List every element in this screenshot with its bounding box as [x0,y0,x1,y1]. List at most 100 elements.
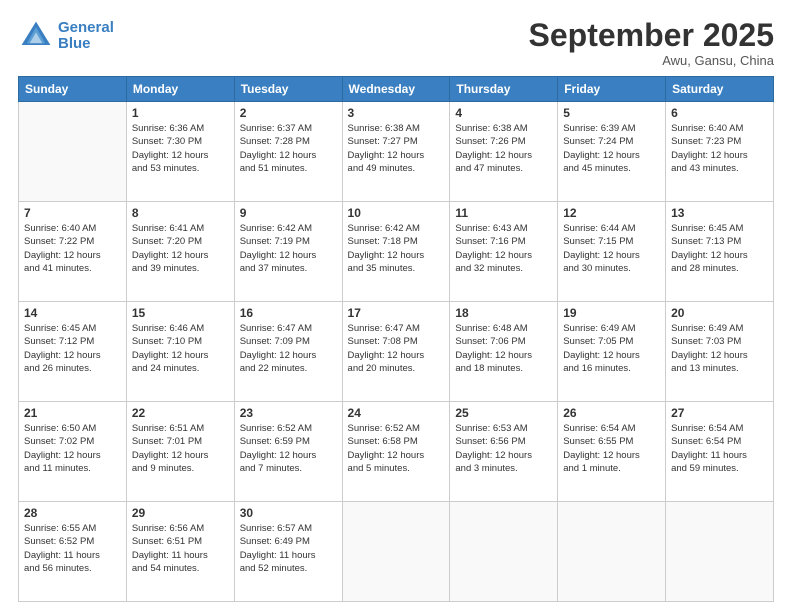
calendar-cell: 30 Sunrise: 6:57 AM Sunset: 6:49 PM Dayli… [234,502,342,602]
calendar-cell: 14 Sunrise: 6:45 AM Sunset: 7:12 PM Dayli… [19,302,127,402]
calendar-cell: 1 Sunrise: 6:36 AM Sunset: 7:30 PM Daylig… [126,102,234,202]
calendar-day-header: Sunday [19,77,127,102]
day-number: 20 [671,306,768,320]
day-info: Sunrise: 6:45 AM Sunset: 7:13 PM Dayligh… [671,222,768,275]
day-info: Sunrise: 6:40 AM Sunset: 7:23 PM Dayligh… [671,122,768,175]
calendar-cell: 13 Sunrise: 6:45 AM Sunset: 7:13 PM Dayli… [666,202,774,302]
calendar-cell: 16 Sunrise: 6:47 AM Sunset: 7:09 PM Dayli… [234,302,342,402]
calendar-cell: 20Sunrise: 6:49 AM Sunset: 7:03 PM Dayli… [666,302,774,402]
day-info: Sunrise: 6:44 AM Sunset: 7:15 PM Dayligh… [563,222,660,275]
day-number: 14 [24,306,121,320]
day-info: Sunrise: 6:42 AM Sunset: 7:18 PM Dayligh… [348,222,445,275]
day-info: Sunrise: 6:54 AM Sunset: 6:55 PM Dayligh… [563,422,660,475]
calendar-day-header: Wednesday [342,77,450,102]
calendar-cell: 12 Sunrise: 6:44 AM Sunset: 7:15 PM Dayli… [558,202,666,302]
calendar-day-header: Monday [126,77,234,102]
day-info: Sunrise: 6:55 AM Sunset: 6:52 PM Dayligh… [24,522,121,575]
logo-icon [18,18,54,54]
day-number: 21 [24,406,121,420]
location: Awu, Gansu, China [529,53,774,68]
calendar-week-row: 7Sunrise: 6:40 AM Sunset: 7:22 PM Daylig… [19,202,774,302]
calendar-cell: 6Sunrise: 6:40 AM Sunset: 7:23 PM Daylig… [666,102,774,202]
calendar-cell: 10 Sunrise: 6:42 AM Sunset: 7:18 PM Dayli… [342,202,450,302]
calendar-cell [342,502,450,602]
calendar-cell: 26 Sunrise: 6:54 AM Sunset: 6:55 PM Dayli… [558,402,666,502]
logo: General Blue [18,18,114,54]
calendar-cell [450,502,558,602]
calendar-table: SundayMondayTuesdayWednesdayThursdayFrid… [18,76,774,602]
calendar-cell: 24Sunrise: 6:52 AM Sunset: 6:58 PM Dayli… [342,402,450,502]
day-info: Sunrise: 6:36 AM Sunset: 7:30 PM Dayligh… [132,122,229,175]
calendar-cell: 3 Sunrise: 6:38 AM Sunset: 7:27 PM Daylig… [342,102,450,202]
day-number: 16 [240,306,337,320]
day-number: 12 [563,206,660,220]
day-number: 22 [132,406,229,420]
day-info: Sunrise: 6:56 AM Sunset: 6:51 PM Dayligh… [132,522,229,575]
day-number: 3 [348,106,445,120]
day-info: Sunrise: 6:37 AM Sunset: 7:28 PM Dayligh… [240,122,337,175]
calendar-cell: 11 Sunrise: 6:43 AM Sunset: 7:16 PM Dayli… [450,202,558,302]
day-number: 2 [240,106,337,120]
day-number: 8 [132,206,229,220]
day-info: Sunrise: 6:49 AM Sunset: 7:05 PM Dayligh… [563,322,660,375]
day-info: Sunrise: 6:53 AM Sunset: 6:56 PM Dayligh… [455,422,552,475]
day-number: 27 [671,406,768,420]
calendar-cell: 28 Sunrise: 6:55 AM Sunset: 6:52 PM Dayli… [19,502,127,602]
calendar-cell: 29 Sunrise: 6:56 AM Sunset: 6:51 PM Dayli… [126,502,234,602]
calendar-week-row: 21 Sunrise: 6:50 AM Sunset: 7:02 PM Dayli… [19,402,774,502]
day-number: 24 [348,406,445,420]
calendar-day-header: Thursday [450,77,558,102]
day-number: 4 [455,106,552,120]
day-info: Sunrise: 6:38 AM Sunset: 7:27 PM Dayligh… [348,122,445,175]
day-number: 5 [563,106,660,120]
calendar-cell: 9 Sunrise: 6:42 AM Sunset: 7:19 PM Daylig… [234,202,342,302]
day-info: Sunrise: 6:46 AM Sunset: 7:10 PM Dayligh… [132,322,229,375]
day-number: 19 [563,306,660,320]
day-number: 17 [348,306,445,320]
calendar-cell: 2 Sunrise: 6:37 AM Sunset: 7:28 PM Daylig… [234,102,342,202]
day-number: 26 [563,406,660,420]
calendar-cell: 19 Sunrise: 6:49 AM Sunset: 7:05 PM Dayli… [558,302,666,402]
day-number: 15 [132,306,229,320]
day-number: 7 [24,206,121,220]
day-info: Sunrise: 6:47 AM Sunset: 7:09 PM Dayligh… [240,322,337,375]
day-number: 29 [132,506,229,520]
day-info: Sunrise: 6:42 AM Sunset: 7:19 PM Dayligh… [240,222,337,275]
day-info: Sunrise: 6:50 AM Sunset: 7:02 PM Dayligh… [24,422,121,475]
day-info: Sunrise: 6:45 AM Sunset: 7:12 PM Dayligh… [24,322,121,375]
calendar-cell [558,502,666,602]
day-number: 1 [132,106,229,120]
page: General Blue September 2025 Awu, Gansu, … [0,0,792,612]
calendar-cell: 4Sunrise: 6:38 AM Sunset: 7:26 PM Daylig… [450,102,558,202]
calendar-cell: 17 Sunrise: 6:47 AM Sunset: 7:08 PM Dayli… [342,302,450,402]
day-info: Sunrise: 6:51 AM Sunset: 7:01 PM Dayligh… [132,422,229,475]
logo-line1: General [58,19,114,36]
day-info: Sunrise: 6:47 AM Sunset: 7:08 PM Dayligh… [348,322,445,375]
calendar-cell [19,102,127,202]
calendar-cell: 22 Sunrise: 6:51 AM Sunset: 7:01 PM Dayli… [126,402,234,502]
day-number: 11 [455,206,552,220]
calendar-cell: 7Sunrise: 6:40 AM Sunset: 7:22 PM Daylig… [19,202,127,302]
header: General Blue September 2025 Awu, Gansu, … [18,18,774,68]
calendar-cell [666,502,774,602]
day-info: Sunrise: 6:41 AM Sunset: 7:20 PM Dayligh… [132,222,229,275]
logo-text: General Blue [58,20,114,53]
calendar-cell: 8 Sunrise: 6:41 AM Sunset: 7:20 PM Daylig… [126,202,234,302]
calendar-cell: 21 Sunrise: 6:50 AM Sunset: 7:02 PM Dayli… [19,402,127,502]
day-number: 10 [348,206,445,220]
day-info: Sunrise: 6:57 AM Sunset: 6:49 PM Dayligh… [240,522,337,575]
month-title: September 2025 [529,18,774,53]
calendar-week-row: 14 Sunrise: 6:45 AM Sunset: 7:12 PM Dayli… [19,302,774,402]
day-info: Sunrise: 6:39 AM Sunset: 7:24 PM Dayligh… [563,122,660,175]
day-info: Sunrise: 6:43 AM Sunset: 7:16 PM Dayligh… [455,222,552,275]
day-number: 18 [455,306,552,320]
day-number: 30 [240,506,337,520]
day-info: Sunrise: 6:52 AM Sunset: 6:59 PM Dayligh… [240,422,337,475]
day-info: Sunrise: 6:54 AM Sunset: 6:54 PM Dayligh… [671,422,768,475]
day-info: Sunrise: 6:48 AM Sunset: 7:06 PM Dayligh… [455,322,552,375]
calendar-day-header: Tuesday [234,77,342,102]
day-number: 13 [671,206,768,220]
calendar-week-row: 1 Sunrise: 6:36 AM Sunset: 7:30 PM Daylig… [19,102,774,202]
day-number: 9 [240,206,337,220]
day-number: 28 [24,506,121,520]
